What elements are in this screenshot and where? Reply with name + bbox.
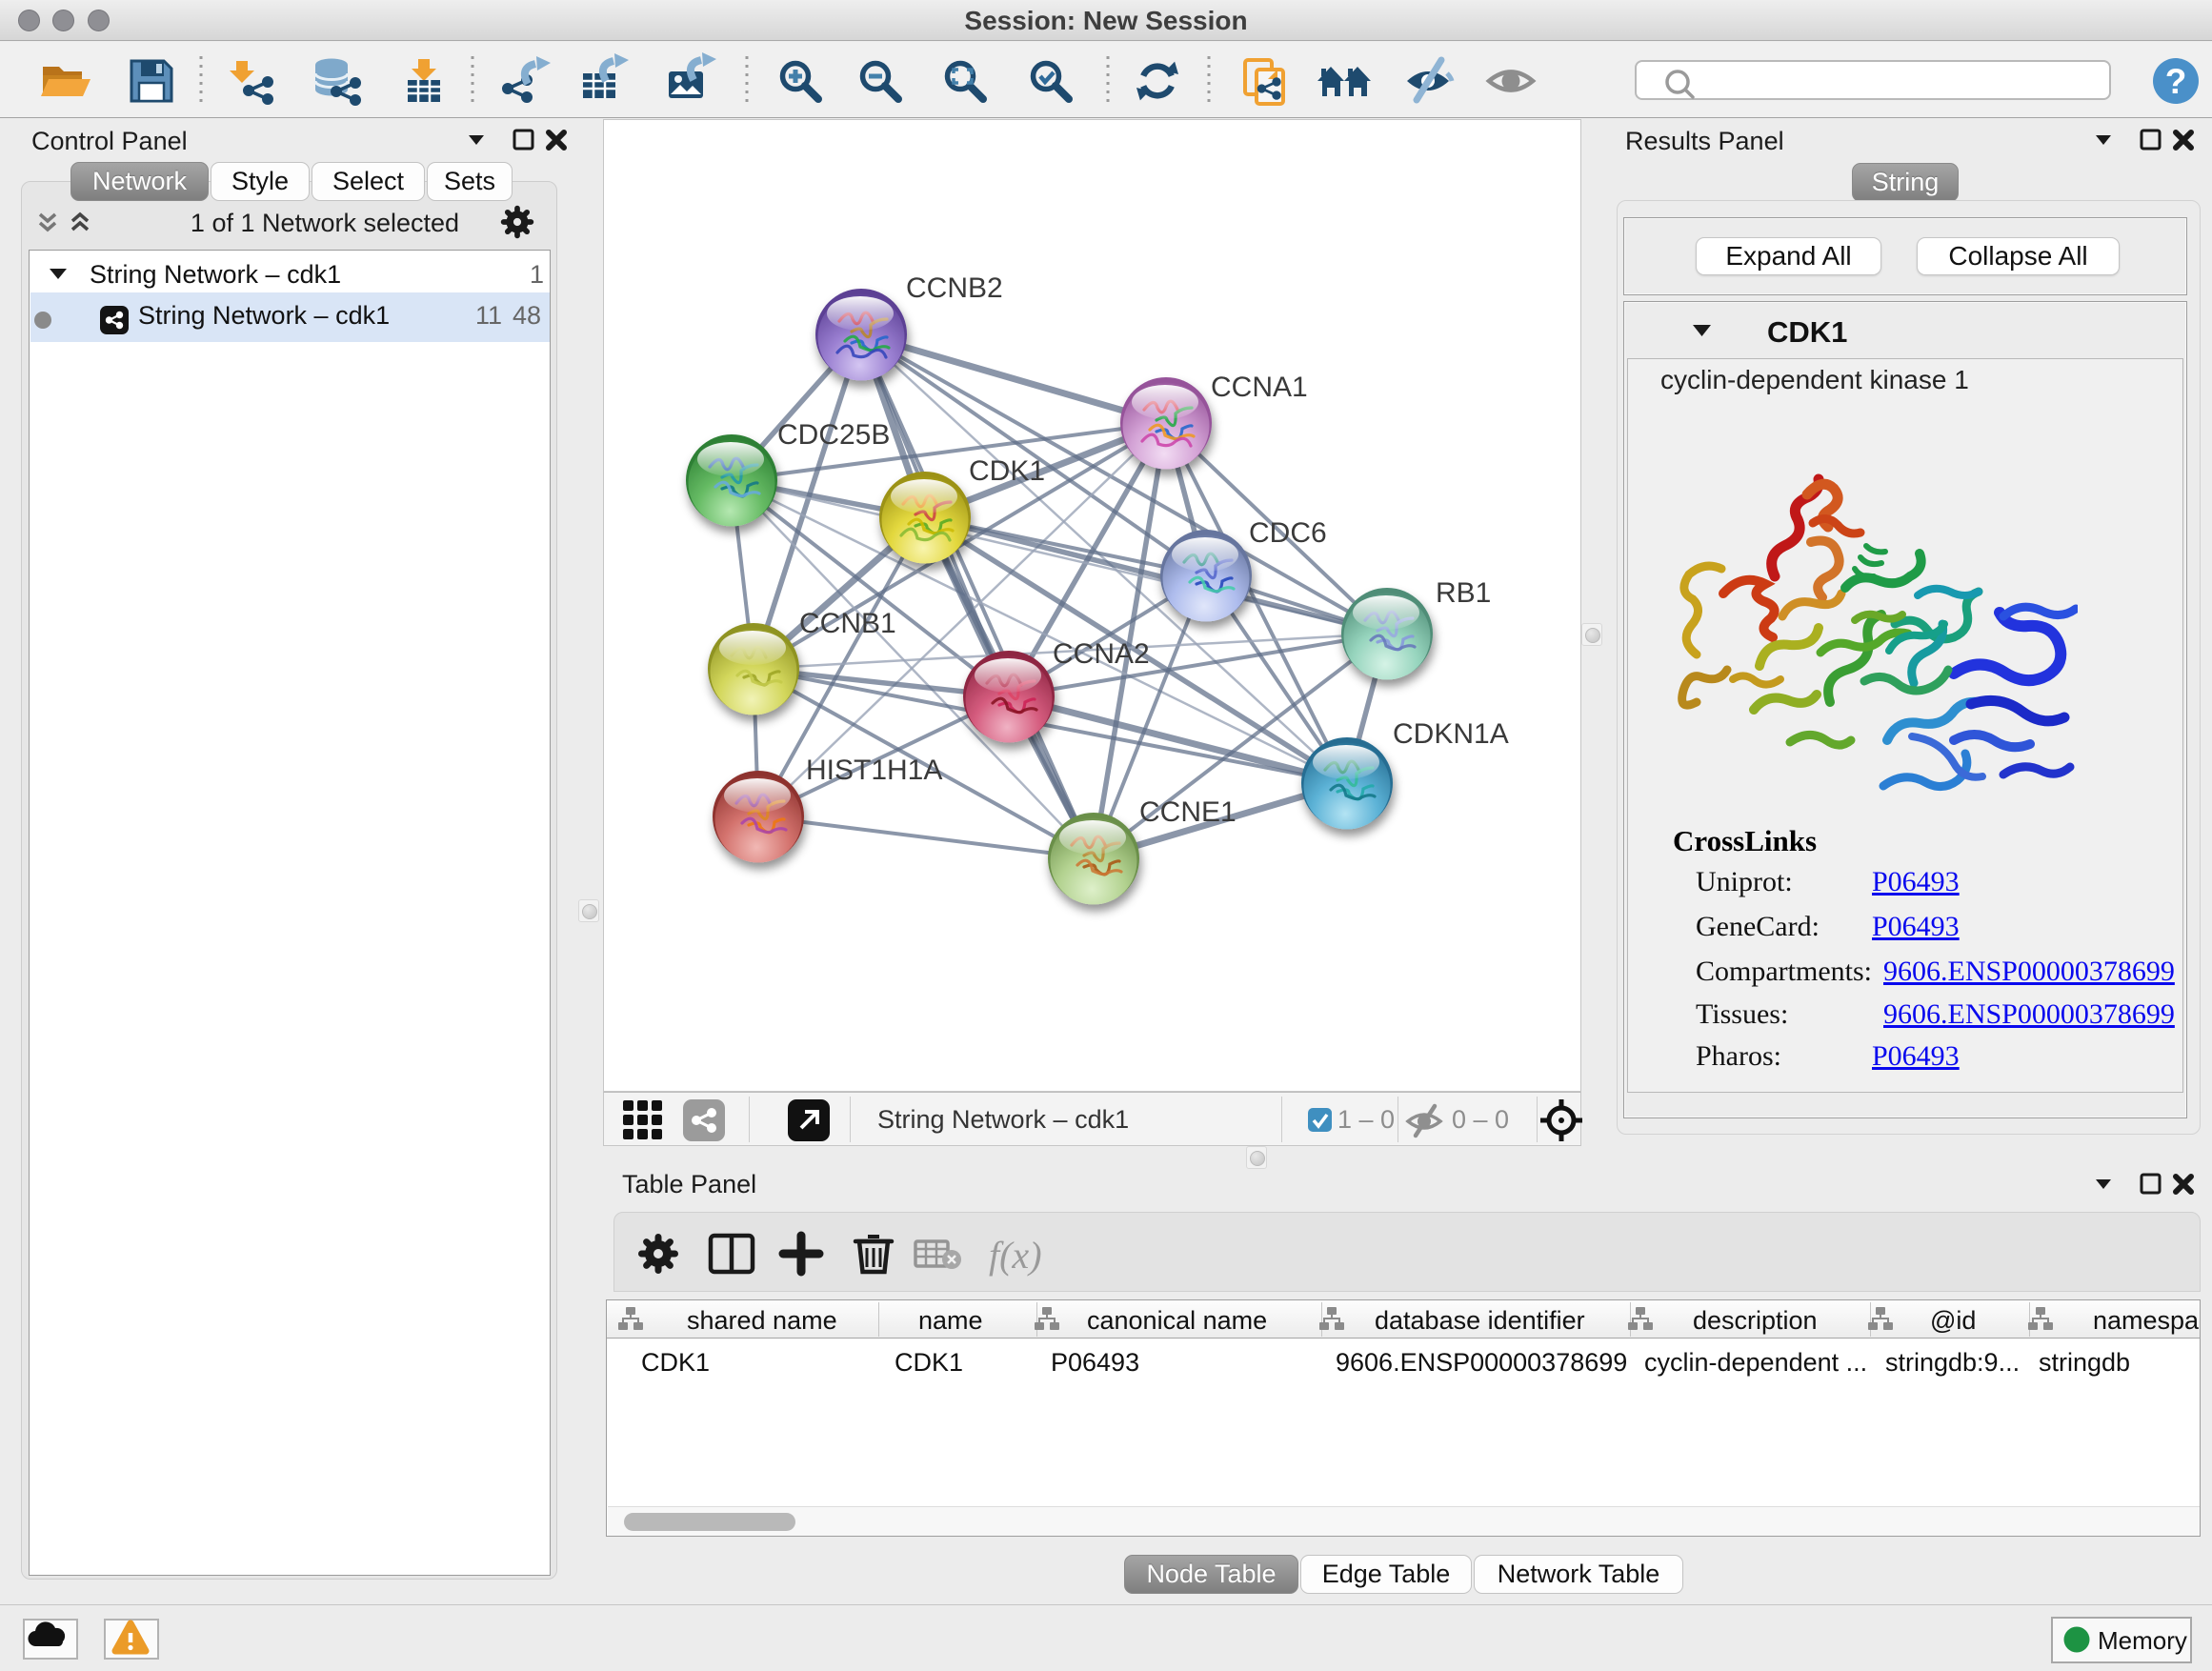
svg-text:?: ? [2165, 62, 2187, 101]
svg-text:CCNB1: CCNB1 [799, 608, 896, 639]
svg-text:CDK1: CDK1 [969, 455, 1045, 487]
svg-text:CCNB2: CCNB2 [906, 272, 1003, 304]
svg-text:CCNA1: CCNA1 [1211, 372, 1308, 403]
svg-text:CCNE1: CCNE1 [1139, 796, 1237, 828]
svg-text:CDC25B: CDC25B [777, 419, 890, 451]
svg-text:HIST1H1A: HIST1H1A [806, 755, 942, 786]
svg-text:CDKN1A: CDKN1A [1393, 718, 1509, 750]
svg-text:RB1: RB1 [1436, 577, 1491, 609]
svg-text:CCNA2: CCNA2 [1053, 638, 1150, 670]
svg-text:CDC6: CDC6 [1249, 517, 1327, 549]
